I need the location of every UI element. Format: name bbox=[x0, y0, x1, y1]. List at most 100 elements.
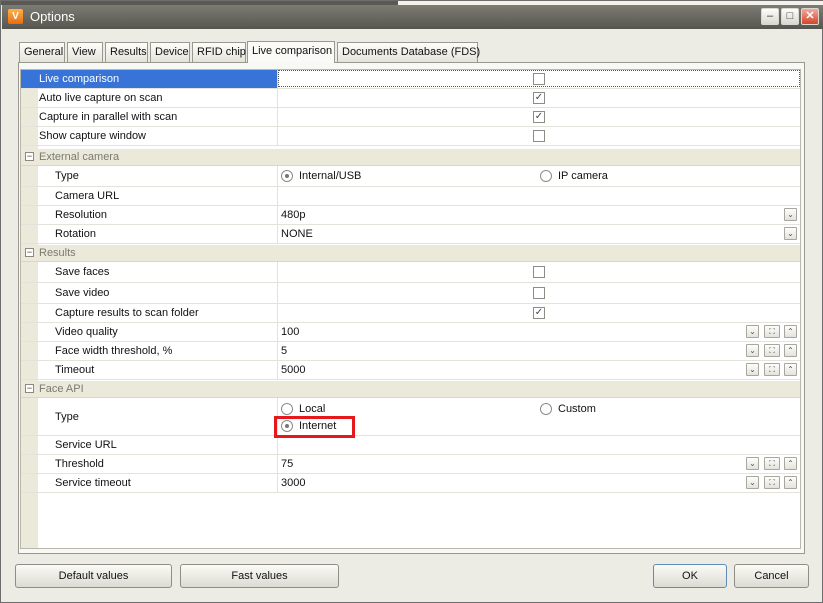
prop-row-resolution[interactable]: Resolution 480p ⌄ bbox=[21, 206, 800, 225]
category-label: External camera bbox=[39, 151, 120, 163]
live-comparison-checkbox[interactable] bbox=[533, 73, 545, 85]
prop-label: Capture results to scan folder bbox=[55, 307, 199, 319]
radio-custom[interactable] bbox=[540, 403, 552, 415]
tab-device[interactable]: Device bbox=[150, 42, 190, 62]
collapse-icon[interactable]: − bbox=[25, 384, 34, 393]
save-video-checkbox[interactable] bbox=[533, 287, 545, 299]
spin-reset-icon[interactable]: ⛶ bbox=[764, 476, 780, 489]
spin-down-icon[interactable]: ⌄ bbox=[746, 457, 759, 470]
prop-label: Service timeout bbox=[55, 477, 131, 489]
prop-label: Threshold bbox=[55, 458, 104, 470]
options-window: V Options ‒ □ ✕ General View Results Dev… bbox=[0, 0, 823, 603]
category-external-camera[interactable]: − External camera bbox=[21, 149, 800, 166]
tab-view[interactable]: View bbox=[67, 42, 103, 62]
prop-row-live-comparison[interactable]: Live comparison bbox=[21, 70, 800, 89]
spin-reset-icon[interactable]: ⛶ bbox=[764, 457, 780, 470]
maximize-button[interactable]: □ bbox=[781, 8, 799, 25]
spin-down-icon[interactable]: ⌄ bbox=[746, 476, 759, 489]
service-timeout-value[interactable]: 3000 bbox=[281, 474, 305, 492]
ok-button[interactable]: OK bbox=[653, 564, 727, 588]
prop-label: Rotation bbox=[55, 228, 96, 240]
category-label: Face API bbox=[39, 383, 84, 395]
show-window-checkbox[interactable] bbox=[533, 130, 545, 142]
app-icon: V bbox=[8, 9, 23, 24]
spin-down-icon[interactable]: ⌄ bbox=[746, 344, 759, 357]
spin-down-icon[interactable]: ⌄ bbox=[746, 363, 759, 376]
minimize-button[interactable]: ‒ bbox=[761, 8, 779, 25]
prop-label: Face width threshold, % bbox=[55, 345, 173, 357]
spin-reset-icon[interactable]: ⛶ bbox=[764, 325, 780, 338]
spin-down-icon[interactable]: ⌄ bbox=[746, 325, 759, 338]
spin-up-icon[interactable]: ⌃ bbox=[784, 476, 797, 489]
radio-internal-usb[interactable] bbox=[281, 170, 293, 182]
auto-live-checkbox[interactable]: ✓ bbox=[533, 92, 545, 104]
prop-row-face-width[interactable]: Face width threshold, % 5 ⌄ ⛶ ⌃ bbox=[21, 342, 800, 361]
spin-up-icon[interactable]: ⌃ bbox=[784, 325, 797, 338]
chevron-down-icon[interactable]: ⌄ bbox=[784, 227, 797, 240]
resolution-value[interactable]: 480p bbox=[281, 206, 305, 224]
prop-label: Camera URL bbox=[55, 190, 120, 202]
prop-label: Timeout bbox=[55, 364, 95, 376]
prop-row-capture-parallel[interactable]: Capture in parallel with scan ✓ bbox=[21, 108, 800, 127]
prop-label: Live comparison bbox=[39, 73, 120, 85]
close-button[interactable]: ✕ bbox=[801, 8, 819, 25]
spin-up-icon[interactable]: ⌃ bbox=[784, 457, 797, 470]
rotation-value[interactable]: NONE bbox=[281, 225, 313, 243]
save-faces-checkbox[interactable] bbox=[533, 266, 545, 278]
capture-parallel-checkbox[interactable]: ✓ bbox=[533, 111, 545, 123]
default-values-button[interactable]: Default values bbox=[15, 564, 172, 588]
prop-label: Save faces bbox=[55, 266, 110, 278]
window-title: Options bbox=[30, 9, 75, 24]
spin-reset-icon[interactable]: ⛶ bbox=[764, 344, 780, 357]
tab-rfid-chip[interactable]: RFID chip bbox=[192, 42, 246, 62]
radio-label: Local bbox=[299, 403, 326, 415]
prop-row-show-window[interactable]: Show capture window bbox=[21, 127, 800, 146]
highlight-box bbox=[274, 416, 355, 438]
spin-up-icon[interactable]: ⌃ bbox=[784, 344, 797, 357]
prop-row-threshold[interactable]: Threshold 75 ⌄ ⛶ ⌃ bbox=[21, 455, 800, 474]
prop-row-video-quality[interactable]: Video quality 100 ⌄ ⛶ ⌃ bbox=[21, 323, 800, 342]
prop-row-camera-url[interactable]: Camera URL bbox=[21, 187, 800, 206]
prop-row-auto-live[interactable]: Auto live capture on scan ✓ bbox=[21, 89, 800, 108]
tab-general[interactable]: General bbox=[19, 42, 65, 62]
prop-row-save-faces[interactable]: Save faces bbox=[21, 262, 800, 283]
prop-row-rotation[interactable]: Rotation NONE ⌄ bbox=[21, 225, 800, 244]
prop-row-service-timeout[interactable]: Service timeout 3000 ⌄ ⛶ ⌃ bbox=[21, 474, 800, 493]
collapse-icon[interactable]: − bbox=[25, 248, 34, 257]
tab-documents-database[interactable]: Documents Database (FDS) bbox=[337, 42, 480, 62]
radio-ip-camera[interactable] bbox=[540, 170, 552, 182]
prop-label: Service URL bbox=[55, 439, 117, 451]
property-grid: Live comparison Auto live capture on sca… bbox=[20, 69, 801, 549]
threshold-value[interactable]: 75 bbox=[281, 455, 293, 473]
prop-label: Resolution bbox=[55, 209, 107, 221]
radio-local[interactable] bbox=[281, 403, 293, 415]
prop-row-capture-folder[interactable]: Capture results to scan folder ✓ bbox=[21, 304, 800, 323]
prop-row-camera-type[interactable]: Type Internal/USB IP camera bbox=[21, 166, 800, 187]
spin-up-icon[interactable]: ⌃ bbox=[784, 363, 797, 376]
capture-folder-checkbox[interactable]: ✓ bbox=[533, 307, 545, 319]
face-width-value[interactable]: 5 bbox=[281, 342, 287, 360]
prop-label: Capture in parallel with scan bbox=[39, 111, 178, 123]
tab-live-comparison[interactable]: Live comparison bbox=[247, 41, 335, 63]
radio-label: Custom bbox=[558, 403, 596, 415]
spin-reset-icon[interactable]: ⛶ bbox=[764, 363, 780, 376]
category-face-api[interactable]: − Face API bbox=[21, 381, 800, 398]
chevron-down-icon[interactable]: ⌄ bbox=[784, 208, 797, 221]
timeout-value[interactable]: 5000 bbox=[281, 361, 305, 379]
cancel-button[interactable]: Cancel bbox=[734, 564, 809, 588]
video-quality-value[interactable]: 100 bbox=[281, 323, 299, 341]
prop-label: Video quality bbox=[55, 326, 118, 338]
collapse-icon[interactable]: − bbox=[25, 152, 34, 161]
tab-results[interactable]: Results bbox=[105, 42, 148, 62]
prop-row-face-api-type[interactable]: Type Local Custom Internet bbox=[21, 398, 800, 436]
prop-label: Save video bbox=[55, 287, 110, 299]
category-label: Results bbox=[39, 247, 76, 259]
category-results[interactable]: − Results bbox=[21, 245, 800, 262]
prop-row-timeout[interactable]: Timeout 5000 ⌄ ⛶ ⌃ bbox=[21, 361, 800, 380]
fast-values-button[interactable]: Fast values bbox=[180, 564, 339, 588]
title-bar[interactable]: V Options ‒ □ ✕ bbox=[2, 5, 823, 29]
prop-row-save-video[interactable]: Save video bbox=[21, 283, 800, 304]
prop-label: Auto live capture on scan bbox=[39, 92, 163, 104]
prop-row-service-url[interactable]: Service URL bbox=[21, 436, 800, 455]
prop-label: Type bbox=[55, 411, 79, 423]
